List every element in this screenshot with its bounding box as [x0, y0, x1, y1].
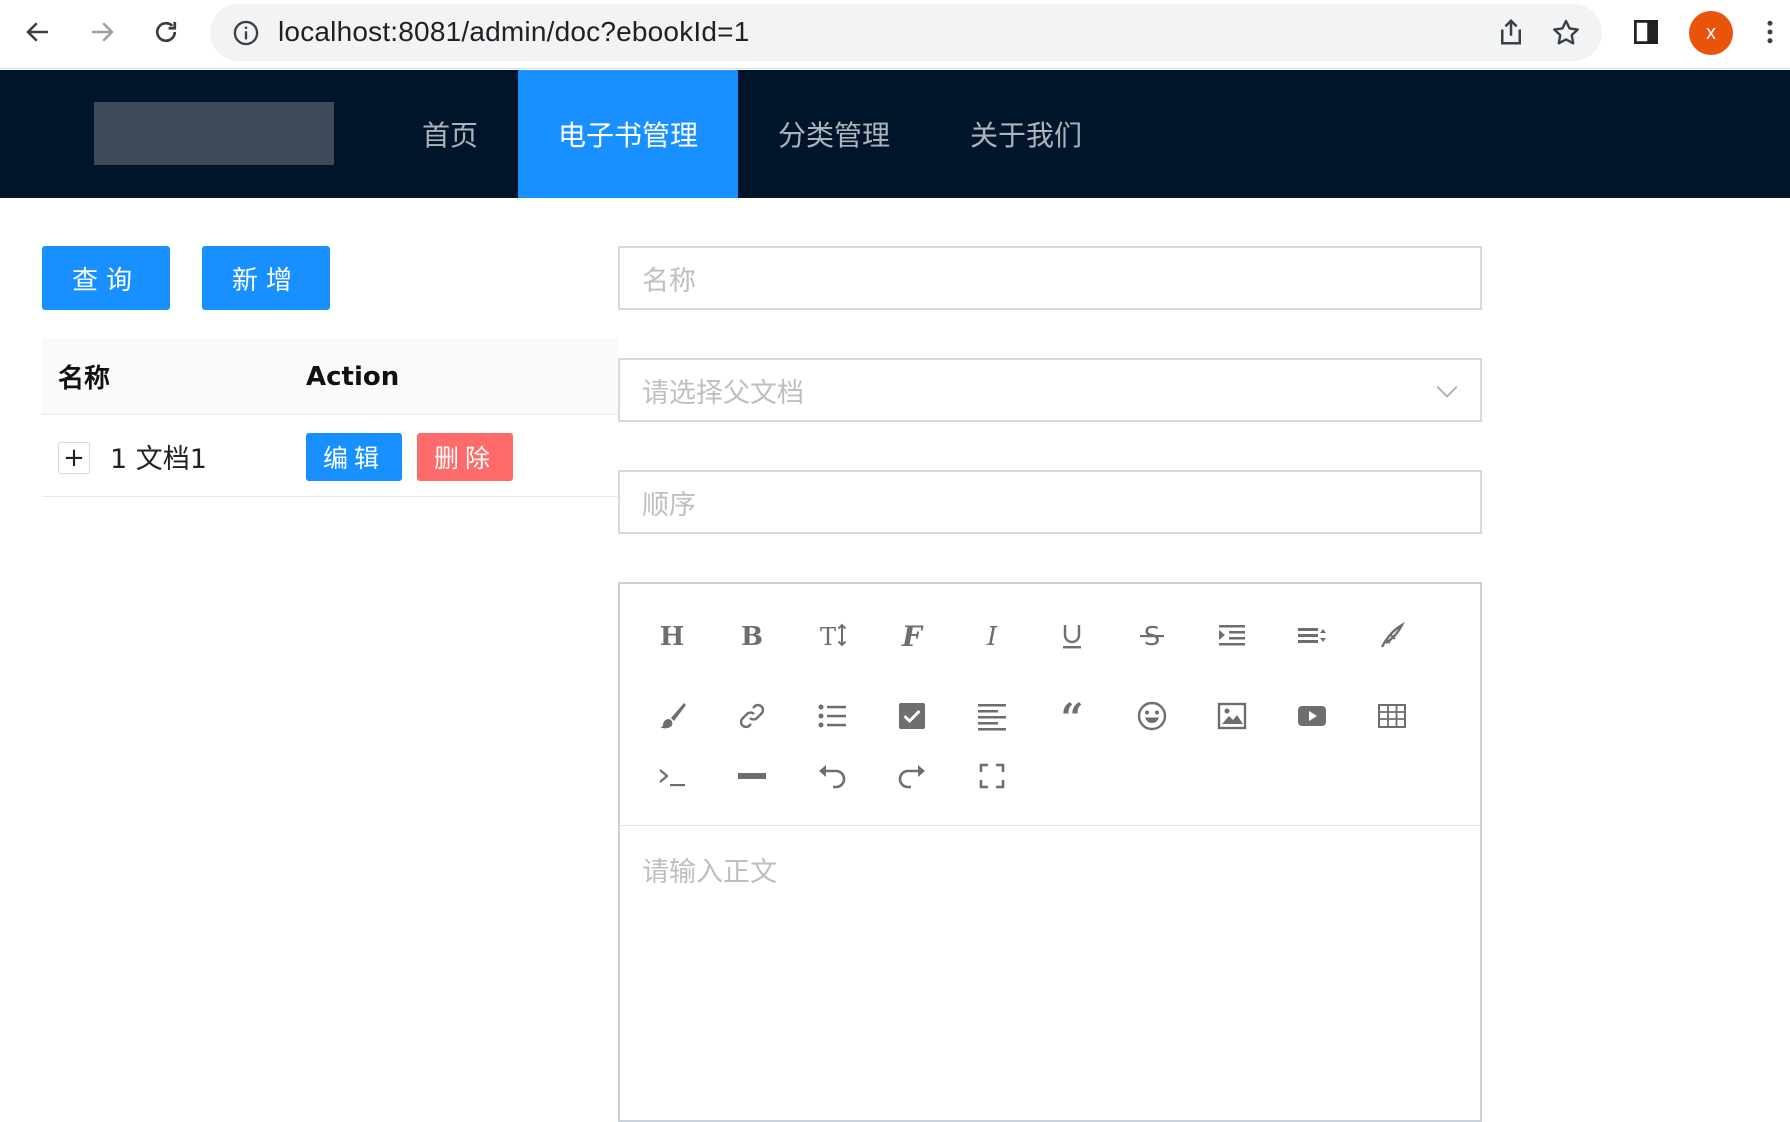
svg-text:“: “ [1060, 700, 1083, 732]
svg-text:F: F [901, 620, 924, 652]
undo-icon[interactable] [802, 746, 862, 806]
bold-icon[interactable]: B [722, 606, 782, 666]
rich-text-editor: H B T F I S “ 请输入正文 [618, 582, 1482, 1122]
forward-button[interactable] [80, 10, 124, 54]
table-row: + 1 文档1 编辑 删除 [42, 415, 618, 497]
url-text: localhost:8081/admin/doc?ebookId=1 [278, 16, 750, 47]
heading-icon[interactable]: H [642, 606, 702, 666]
back-button[interactable] [16, 10, 60, 54]
logo-placeholder [94, 102, 334, 165]
nav-item-home[interactable]: 首页 [388, 70, 512, 198]
browser-menu-button[interactable] [1752, 10, 1788, 54]
divider-icon[interactable] [722, 746, 782, 806]
share-icon[interactable] [1496, 17, 1526, 47]
indent-icon[interactable] [1202, 606, 1262, 666]
list-icon[interactable] [802, 686, 862, 746]
nav-item-about-us[interactable]: 关于我们 [952, 70, 1100, 198]
editor-toolbar: H B T F I S “ [620, 584, 1480, 826]
nav-item-ebook-management[interactable]: 电子书管理 [518, 70, 738, 198]
strikethrough-icon[interactable]: S [1122, 606, 1182, 666]
svg-text:H: H [660, 622, 685, 652]
video-icon[interactable] [1282, 686, 1342, 746]
info-icon[interactable] [232, 19, 260, 47]
profile-avatar[interactable]: x [1689, 11, 1733, 55]
bookmark-star-icon[interactable] [1550, 17, 1582, 49]
address-bar[interactable]: localhost:8081/admin/doc?ebookId=1 [210, 4, 1602, 61]
quote-icon[interactable]: “ [1042, 686, 1102, 746]
name-placeholder: 名称 [642, 265, 696, 297]
underline-icon[interactable] [1042, 606, 1102, 666]
name-input[interactable]: 名称 [618, 246, 1482, 310]
parent-doc-placeholder: 请选择父文档 [642, 377, 804, 409]
side-panel-icon [1634, 20, 1658, 44]
table-header: 名称 Action [42, 338, 618, 415]
row-expand-button[interactable]: + [58, 442, 90, 474]
italic-icon[interactable]: I [962, 606, 1022, 666]
code-icon[interactable] [642, 746, 702, 806]
todo-icon[interactable] [882, 686, 942, 746]
table-icon[interactable] [1362, 686, 1422, 746]
line-height-icon[interactable] [1282, 606, 1342, 666]
reload-button[interactable] [144, 10, 188, 54]
font-color-icon[interactable] [1362, 606, 1422, 666]
svg-text:T: T [820, 623, 836, 651]
svg-text:B: B [741, 622, 763, 652]
redo-icon[interactable] [882, 746, 942, 806]
content-placeholder[interactable]: 请输入正文 [642, 850, 777, 889]
fullscreen-icon[interactable] [962, 746, 1022, 806]
forward-arrow-icon [92, 22, 114, 42]
kebab-menu-icon [1767, 20, 1773, 44]
nav-item-category-management[interactable]: 分类管理 [760, 70, 908, 198]
background-color-icon[interactable] [642, 686, 702, 746]
column-header-action: Action [306, 361, 400, 392]
delete-button[interactable]: 删除 [417, 433, 513, 481]
back-arrow-icon [26, 22, 48, 42]
query-button[interactable]: 查询 [42, 246, 170, 310]
chevron-down-icon [1436, 385, 1458, 398]
doc-name: 1 文档1 [110, 443, 207, 475]
font-size-icon[interactable]: T [802, 606, 862, 666]
side-panel-button[interactable] [1624, 10, 1668, 54]
browser-toolbar: localhost:8081/admin/doc?ebookId=1 x [0, 0, 1790, 69]
image-icon[interactable] [1202, 686, 1262, 746]
justify-icon[interactable] [962, 686, 1022, 746]
add-button[interactable]: 新增 [202, 246, 330, 310]
link-icon[interactable] [722, 686, 782, 746]
edit-button[interactable]: 编辑 [306, 433, 402, 481]
parent-doc-select[interactable]: 请选择父文档 [618, 358, 1482, 422]
font-family-icon[interactable]: F [882, 606, 942, 666]
column-header-name: 名称 [58, 364, 111, 394]
emoticon-icon[interactable] [1122, 686, 1182, 746]
svg-text:I: I [986, 622, 998, 652]
sort-input[interactable]: 顺序 [618, 470, 1482, 534]
reload-icon [155, 21, 177, 43]
sort-placeholder: 顺序 [642, 489, 696, 521]
top-navigation: 首页 电子书管理 分类管理 关于我们 [0, 70, 1790, 198]
